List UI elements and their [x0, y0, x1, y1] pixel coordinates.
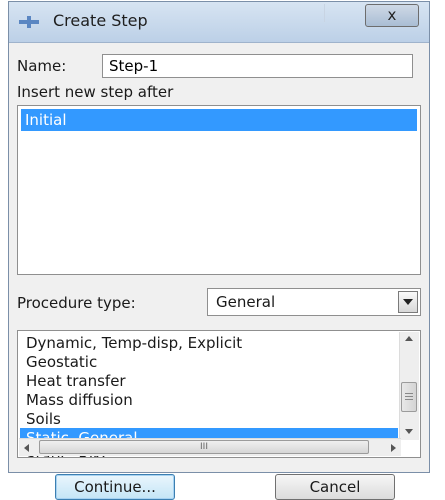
chevron-down-icon [403, 299, 413, 305]
procedure-type-label: Procedure type: [17, 294, 136, 312]
plus-icon [19, 16, 39, 28]
step-list[interactable]: Initial [17, 105, 421, 275]
title-bar[interactable]: Create Step x [9, 2, 429, 43]
close-button[interactable]: x [365, 4, 419, 27]
title-bar-divider [324, 4, 357, 22]
horizontal-scrollbar[interactable]: III [19, 438, 401, 456]
procedure-type-value: General [216, 293, 276, 311]
scroll-down-icon[interactable] [405, 429, 413, 434]
procedure-list[interactable]: Dynamic, Temp-disp, Explicit Geostatic H… [17, 330, 421, 458]
horizontal-scroll-thumb[interactable]: III [39, 440, 369, 454]
scroll-up-icon[interactable] [405, 336, 413, 341]
list-item[interactable]: Dynamic, Temp-disp, Explicit [20, 333, 398, 353]
list-item[interactable]: Mass diffusion [20, 390, 398, 410]
name-input-value: Step-1 [109, 57, 159, 75]
dialog-title: Create Step [53, 11, 148, 30]
create-step-dialog: Create Step x Name: Step-1 Insert new st… [8, 1, 430, 500]
procedure-type-select[interactable]: General [207, 288, 421, 316]
list-item[interactable]: Soils [20, 409, 398, 429]
name-input[interactable]: Step-1 [102, 54, 413, 78]
dropdown-arrow-button[interactable] [398, 291, 418, 313]
list-item[interactable]: Geostatic [20, 352, 398, 372]
name-label: Name: [17, 57, 67, 75]
step-list-item-initial[interactable]: Initial [21, 109, 417, 131]
insert-after-label: Insert new step after [17, 83, 174, 101]
scroll-right-icon[interactable] [391, 444, 396, 452]
vertical-scroll-thumb[interactable] [401, 382, 417, 412]
list-item[interactable]: Heat transfer [20, 371, 398, 391]
grip-icon [405, 393, 413, 400]
scroll-left-icon[interactable] [24, 444, 29, 452]
vertical-scrollbar[interactable] [399, 332, 419, 440]
scroll-grip: III [200, 442, 208, 452]
close-icon: x [387, 6, 397, 24]
